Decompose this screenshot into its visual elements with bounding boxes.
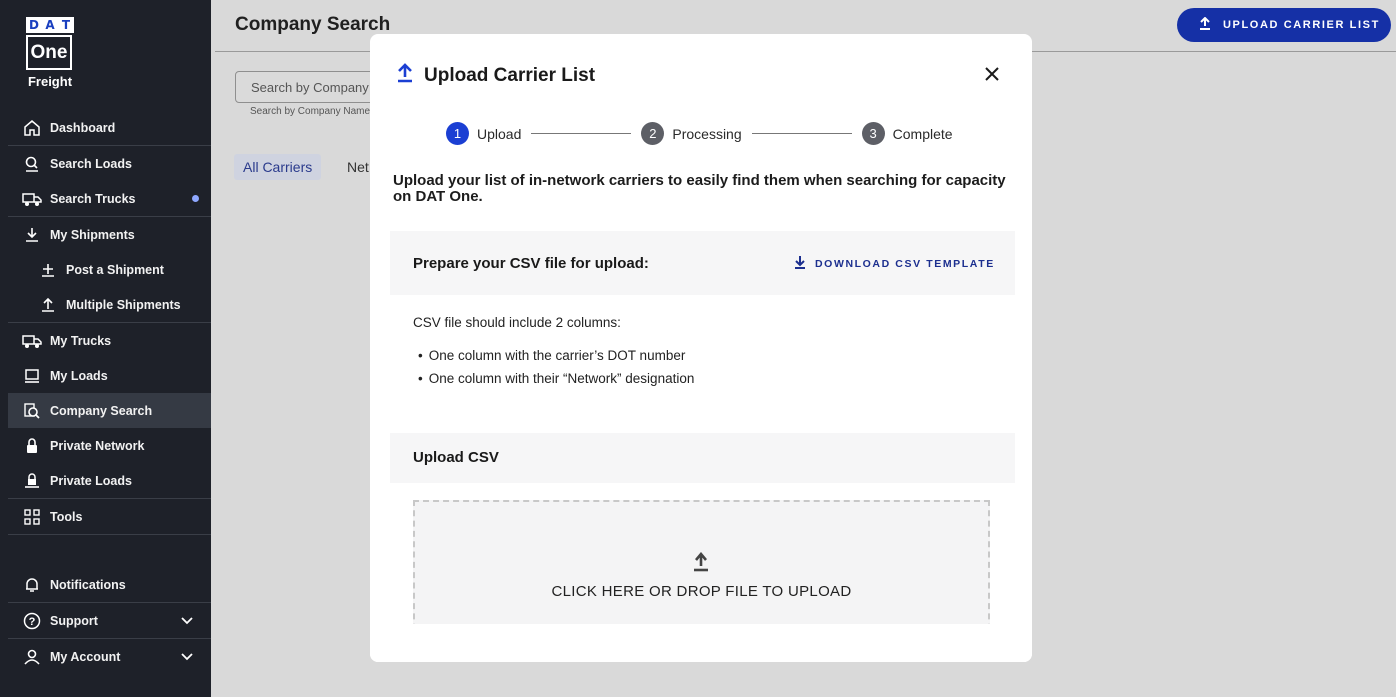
- notification-dot: [192, 195, 199, 202]
- sidebar-item-label: Notifications: [50, 577, 126, 592]
- modal-footer-space: [370, 624, 1032, 662]
- section-title: Prepare your CSV file for upload:: [413, 255, 649, 272]
- private-loads-icon: [22, 471, 42, 491]
- prepare-csv-section: Prepare your CSV file for upload: DOWNLO…: [390, 231, 1015, 295]
- download-icon: [22, 225, 42, 245]
- user-icon: [22, 647, 42, 667]
- step-connector: [751, 133, 852, 134]
- modal-title-text: Upload Carrier List: [424, 65, 596, 86]
- step-label: Upload: [477, 125, 522, 142]
- stepper: 1 Upload 2 Processing 3 Complete: [446, 122, 953, 145]
- step-connector: [531, 133, 632, 134]
- sidebar-item-my-loads[interactable]: My Loads: [8, 358, 211, 393]
- divider: [8, 534, 211, 535]
- sidebar-item-support[interactable]: ? Support: [8, 603, 211, 638]
- sidebar-item-search-trucks[interactable]: Search Trucks: [8, 181, 211, 216]
- sidebar-item-label: Tools: [50, 509, 83, 524]
- upload-icon: [1199, 16, 1211, 33]
- tab-all-carriers[interactable]: All Carriers: [234, 154, 322, 180]
- chevron-down-icon: [181, 650, 193, 664]
- list-item: One column with the carrier’s DOT number: [418, 348, 694, 363]
- download-csv-template-link[interactable]: DOWNLOAD CSV TEMPLATE: [794, 255, 995, 272]
- step-number: 1: [446, 122, 469, 145]
- step-label: Processing: [672, 125, 742, 142]
- sidebar-item-label: Multiple Shipments: [66, 297, 181, 312]
- csv-columns-list: One column with the carrier’s DOT number…: [418, 348, 695, 394]
- step-number: 3: [861, 122, 885, 145]
- download-icon: [794, 255, 806, 272]
- sidebar-item-tools[interactable]: Tools: [8, 499, 211, 534]
- upload-icon: [693, 551, 709, 577]
- list-item: One column with their “Network” designat…: [418, 371, 695, 386]
- sidebar: DAT One Freight Dashboard Search Loads S…: [0, 0, 211, 697]
- post-icon: [38, 260, 58, 280]
- loads-icon: [22, 366, 42, 386]
- sidebar-item-label: Search Loads: [50, 156, 132, 171]
- sidebar-item-private-network[interactable]: Private Network: [8, 428, 211, 463]
- sidebar-item-dashboard[interactable]: Dashboard: [8, 110, 211, 145]
- logo-letter: A: [42, 17, 58, 33]
- lock-icon: [22, 436, 42, 456]
- sidebar-item-post-shipment[interactable]: Post a Shipment: [8, 252, 211, 287]
- page-title: Company Search: [235, 14, 391, 35]
- sidebar-item-private-loads[interactable]: Private Loads: [8, 463, 211, 498]
- sidebar-bottom: Notifications ? Support My Account: [8, 567, 211, 674]
- sidebar-nav: Dashboard Search Loads Search Trucks My …: [8, 110, 211, 535]
- section-title: Upload CSV: [413, 449, 499, 466]
- sidebar-item-my-trucks[interactable]: My Trucks: [8, 323, 211, 358]
- sidebar-item-label: Support: [50, 613, 98, 628]
- csv-requirements: CSV file should include 2 columns:: [413, 315, 621, 330]
- sidebar-item-label: My Account: [50, 649, 121, 664]
- bell-icon: [22, 575, 42, 595]
- sidebar-item-multiple-shipments[interactable]: Multiple Shipments: [8, 287, 211, 322]
- logo-subtitle: Freight: [27, 74, 73, 89]
- sidebar-item-label: My Loads: [50, 368, 108, 383]
- step-label: Complete: [892, 125, 953, 142]
- logo-product: One: [26, 35, 72, 70]
- tab-network[interactable]: Network: [347, 159, 369, 175]
- sidebar-item-my-shipments[interactable]: My Shipments: [8, 217, 211, 252]
- upload-button-label: UPLOAD CARRIER LIST: [1223, 19, 1380, 31]
- sidebar-item-label: Private Loads: [50, 473, 132, 488]
- upload-carrier-list-button[interactable]: UPLOAD CARRIER LIST: [1177, 8, 1391, 42]
- upload-carrier-list-modal: Upload Carrier List 1 Upload 2 Processin…: [370, 34, 1032, 662]
- sidebar-item-label: Post a Shipment: [66, 262, 164, 277]
- sidebar-item-label: Search Trucks: [50, 191, 136, 206]
- sidebar-item-label: My Trucks: [50, 333, 112, 348]
- logo-letter: T: [58, 17, 74, 33]
- home-icon: [22, 118, 42, 138]
- logo-letter: D: [26, 17, 42, 33]
- modal-title: Upload Carrier List: [396, 63, 595, 89]
- upload-csv-section: Upload CSV: [390, 433, 1015, 483]
- truck-search-icon: [22, 189, 42, 209]
- grid-icon: [22, 507, 42, 527]
- drop-zone-label: CLICK HERE OR DROP FILE TO UPLOAD: [551, 583, 852, 600]
- dat-one-logo[interactable]: DAT One Freight: [26, 17, 74, 89]
- upload-icon: [38, 295, 58, 315]
- file-drop-zone[interactable]: CLICK HERE OR DROP FILE TO UPLOAD: [413, 500, 990, 640]
- company-search-icon: [22, 401, 42, 421]
- sidebar-item-my-account[interactable]: My Account: [8, 639, 211, 674]
- step-number: 2: [641, 122, 665, 145]
- svg-text:?: ?: [29, 616, 36, 628]
- sidebar-item-company-search[interactable]: Company Search: [8, 393, 211, 428]
- download-label: DOWNLOAD CSV TEMPLATE: [815, 257, 995, 270]
- upload-icon: [396, 63, 414, 89]
- chevron-down-icon: [181, 614, 193, 628]
- sidebar-item-label: Company Search: [50, 403, 153, 418]
- sidebar-item-notifications[interactable]: Notifications: [8, 567, 211, 602]
- modal-intro: Upload your list of in-network carriers …: [393, 172, 1006, 205]
- close-button[interactable]: [982, 64, 1002, 84]
- sidebar-item-label: Private Network: [50, 438, 145, 453]
- sidebar-item-search-loads[interactable]: Search Loads: [8, 146, 211, 181]
- search-help-text: Search by Company Name: [250, 106, 370, 117]
- company-search-input[interactable]: Search by Company Name: [235, 71, 385, 103]
- logo-dat: DAT: [26, 17, 74, 33]
- truck-icon: [22, 331, 42, 351]
- sidebar-item-label: My Shipments: [50, 227, 135, 242]
- sidebar-item-label: Dashboard: [50, 120, 116, 135]
- close-icon: [985, 67, 999, 81]
- help-icon: ?: [22, 611, 42, 631]
- search-loads-icon: [22, 154, 42, 174]
